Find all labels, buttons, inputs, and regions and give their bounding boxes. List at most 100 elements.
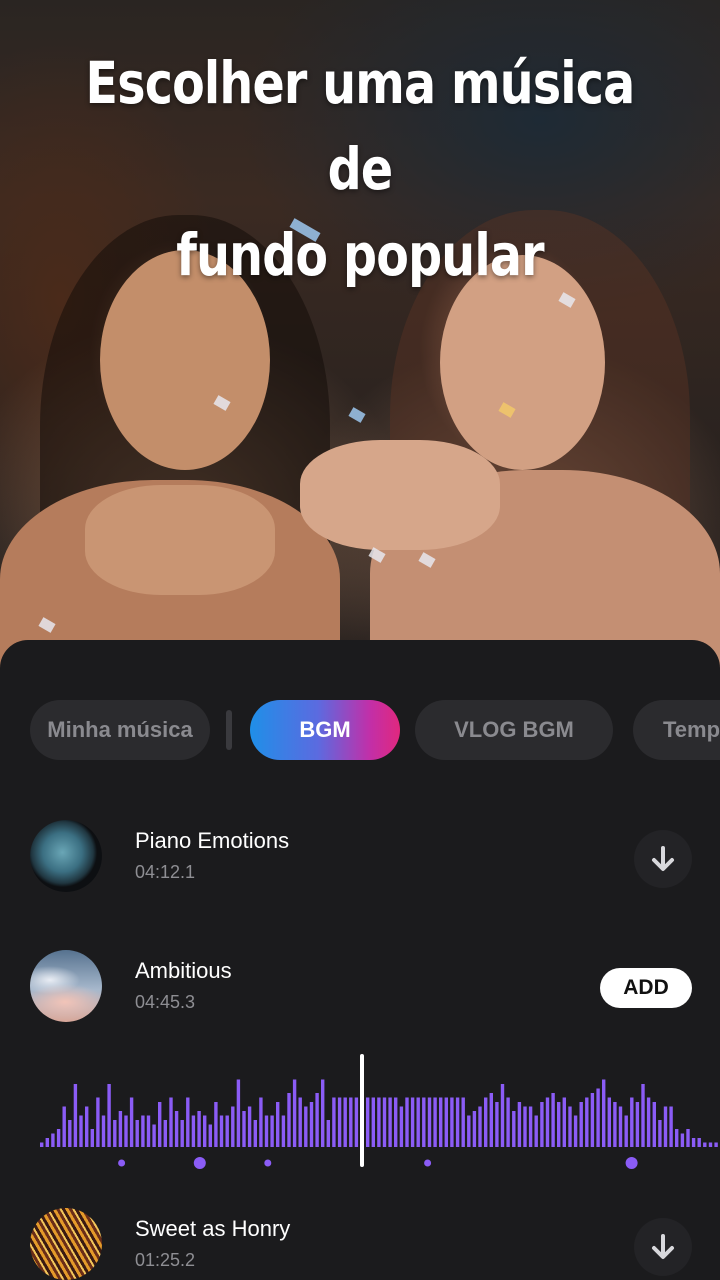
beat-marker[interactable] xyxy=(118,1159,126,1167)
beat-marker[interactable] xyxy=(193,1157,206,1169)
track-artwork xyxy=(30,950,102,1022)
waveform-bar xyxy=(697,1138,701,1147)
waveform-bar xyxy=(191,1115,196,1147)
waveform-bar xyxy=(590,1093,595,1147)
download-button[interactable] xyxy=(634,1218,692,1276)
waveform-bar xyxy=(478,1106,482,1147)
waveform-bar xyxy=(439,1097,443,1147)
waveform-bar xyxy=(135,1120,139,1147)
waveform-bar xyxy=(618,1106,623,1147)
tab-vlog-bgm[interactable]: VLOG BGM xyxy=(415,700,613,760)
waveform-bar xyxy=(444,1097,448,1147)
waveform-bar xyxy=(337,1097,342,1147)
track-artwork xyxy=(30,1208,102,1280)
waveform-bar xyxy=(573,1115,578,1147)
waveform-bar xyxy=(107,1084,111,1147)
waveform-bar xyxy=(208,1124,212,1147)
waveform-bar xyxy=(613,1102,617,1147)
waveform-bar xyxy=(495,1102,499,1147)
waveform-bar xyxy=(646,1097,651,1147)
waveform-bar xyxy=(422,1097,426,1147)
waveform-bar xyxy=(562,1097,566,1147)
waveform-bar xyxy=(366,1097,370,1147)
playhead[interactable] xyxy=(360,1054,364,1167)
person-left-hands xyxy=(85,485,275,595)
waveform-bar xyxy=(152,1124,156,1147)
waveform-bar xyxy=(281,1115,286,1147)
waveform-bar xyxy=(203,1115,207,1147)
waveform-bar xyxy=(388,1097,392,1147)
waveform-bar xyxy=(579,1102,583,1147)
track-item[interactable]: Piano Emotions 04:12.1 xyxy=(30,820,720,894)
waveform-bar xyxy=(158,1102,162,1147)
waveform-bar xyxy=(557,1102,561,1147)
waveform-bar xyxy=(186,1097,190,1147)
waveform-bar xyxy=(113,1120,117,1147)
waveform-bar xyxy=(231,1106,235,1147)
tab-minha-musica[interactable]: Minha música xyxy=(30,700,210,760)
tab-temp[interactable]: Temp xyxy=(633,700,720,760)
download-arrow-icon xyxy=(652,846,674,871)
beat-marker[interactable] xyxy=(264,1159,272,1167)
waveform-bar xyxy=(214,1102,218,1147)
track-item[interactable]: Sweet as Honry 01:25.2 xyxy=(30,1208,720,1280)
confetti xyxy=(348,407,366,423)
waveform-bar xyxy=(585,1097,589,1147)
waveform-bar xyxy=(264,1115,269,1147)
waveform-bar xyxy=(96,1097,100,1147)
waveform-bar xyxy=(259,1097,263,1147)
beat-marker[interactable] xyxy=(625,1157,638,1169)
waveform-bar xyxy=(663,1106,668,1147)
waveform-bar xyxy=(708,1142,713,1147)
waveform-bar xyxy=(129,1097,134,1147)
waveform-bar xyxy=(382,1097,387,1147)
waveform-bar xyxy=(321,1079,325,1147)
download-button[interactable] xyxy=(634,830,692,888)
waveform-bar xyxy=(349,1097,353,1147)
waveform-bar xyxy=(146,1115,151,1147)
waveform-bar xyxy=(416,1097,420,1147)
waveform-bar xyxy=(79,1115,83,1147)
track-duration: 04:45.3 xyxy=(135,992,196,1012)
waveform-trimmer[interactable] xyxy=(0,1050,720,1180)
waveform-bar xyxy=(551,1093,555,1147)
waveform-bar xyxy=(304,1106,308,1147)
waveform-bar xyxy=(309,1102,314,1147)
track-artwork xyxy=(30,820,102,892)
add-button[interactable]: ADD xyxy=(600,968,692,1008)
waveform-bar xyxy=(675,1129,679,1147)
waveform-bar xyxy=(371,1097,375,1147)
waveform-bar xyxy=(242,1111,246,1147)
waveform-bar xyxy=(489,1093,493,1147)
waveform-bar xyxy=(405,1097,409,1147)
waveform-bar xyxy=(596,1088,600,1147)
waveform-bar xyxy=(270,1115,274,1147)
waveform-bar xyxy=(517,1102,522,1147)
waveform-bar xyxy=(534,1115,538,1147)
waveform-bar xyxy=(236,1079,241,1147)
beat-marker[interactable] xyxy=(424,1159,432,1167)
person-right-hands xyxy=(300,440,500,550)
waveform-bar xyxy=(512,1111,516,1147)
waveform-bar xyxy=(652,1102,656,1147)
waveform-bar xyxy=(287,1093,291,1147)
track-title: Piano Emotions xyxy=(135,828,290,853)
track-duration: 01:25.2 xyxy=(135,1250,196,1270)
waveform-bar xyxy=(225,1115,229,1147)
waveform-bar xyxy=(326,1120,330,1147)
waveform-bar xyxy=(450,1097,454,1147)
waveform-bar xyxy=(124,1115,128,1147)
track-item[interactable]: Ambitious 04:45.3 ADD xyxy=(30,950,720,1024)
waveform-bar xyxy=(180,1120,184,1147)
waveform-bar xyxy=(292,1079,297,1147)
waveform-bar xyxy=(607,1097,611,1147)
waveform-bar xyxy=(410,1097,415,1147)
waveform-bar xyxy=(343,1097,347,1147)
waveform-bar xyxy=(276,1102,280,1147)
app-screen: Escolher uma música de fundo popular Min… xyxy=(0,0,720,1280)
tab-bgm[interactable]: BGM xyxy=(250,700,400,760)
waveform-bar xyxy=(45,1138,49,1147)
waveform-bar xyxy=(461,1097,465,1147)
headline-line-1: Escolher uma música de xyxy=(85,49,636,203)
waveform-bar xyxy=(528,1106,533,1147)
